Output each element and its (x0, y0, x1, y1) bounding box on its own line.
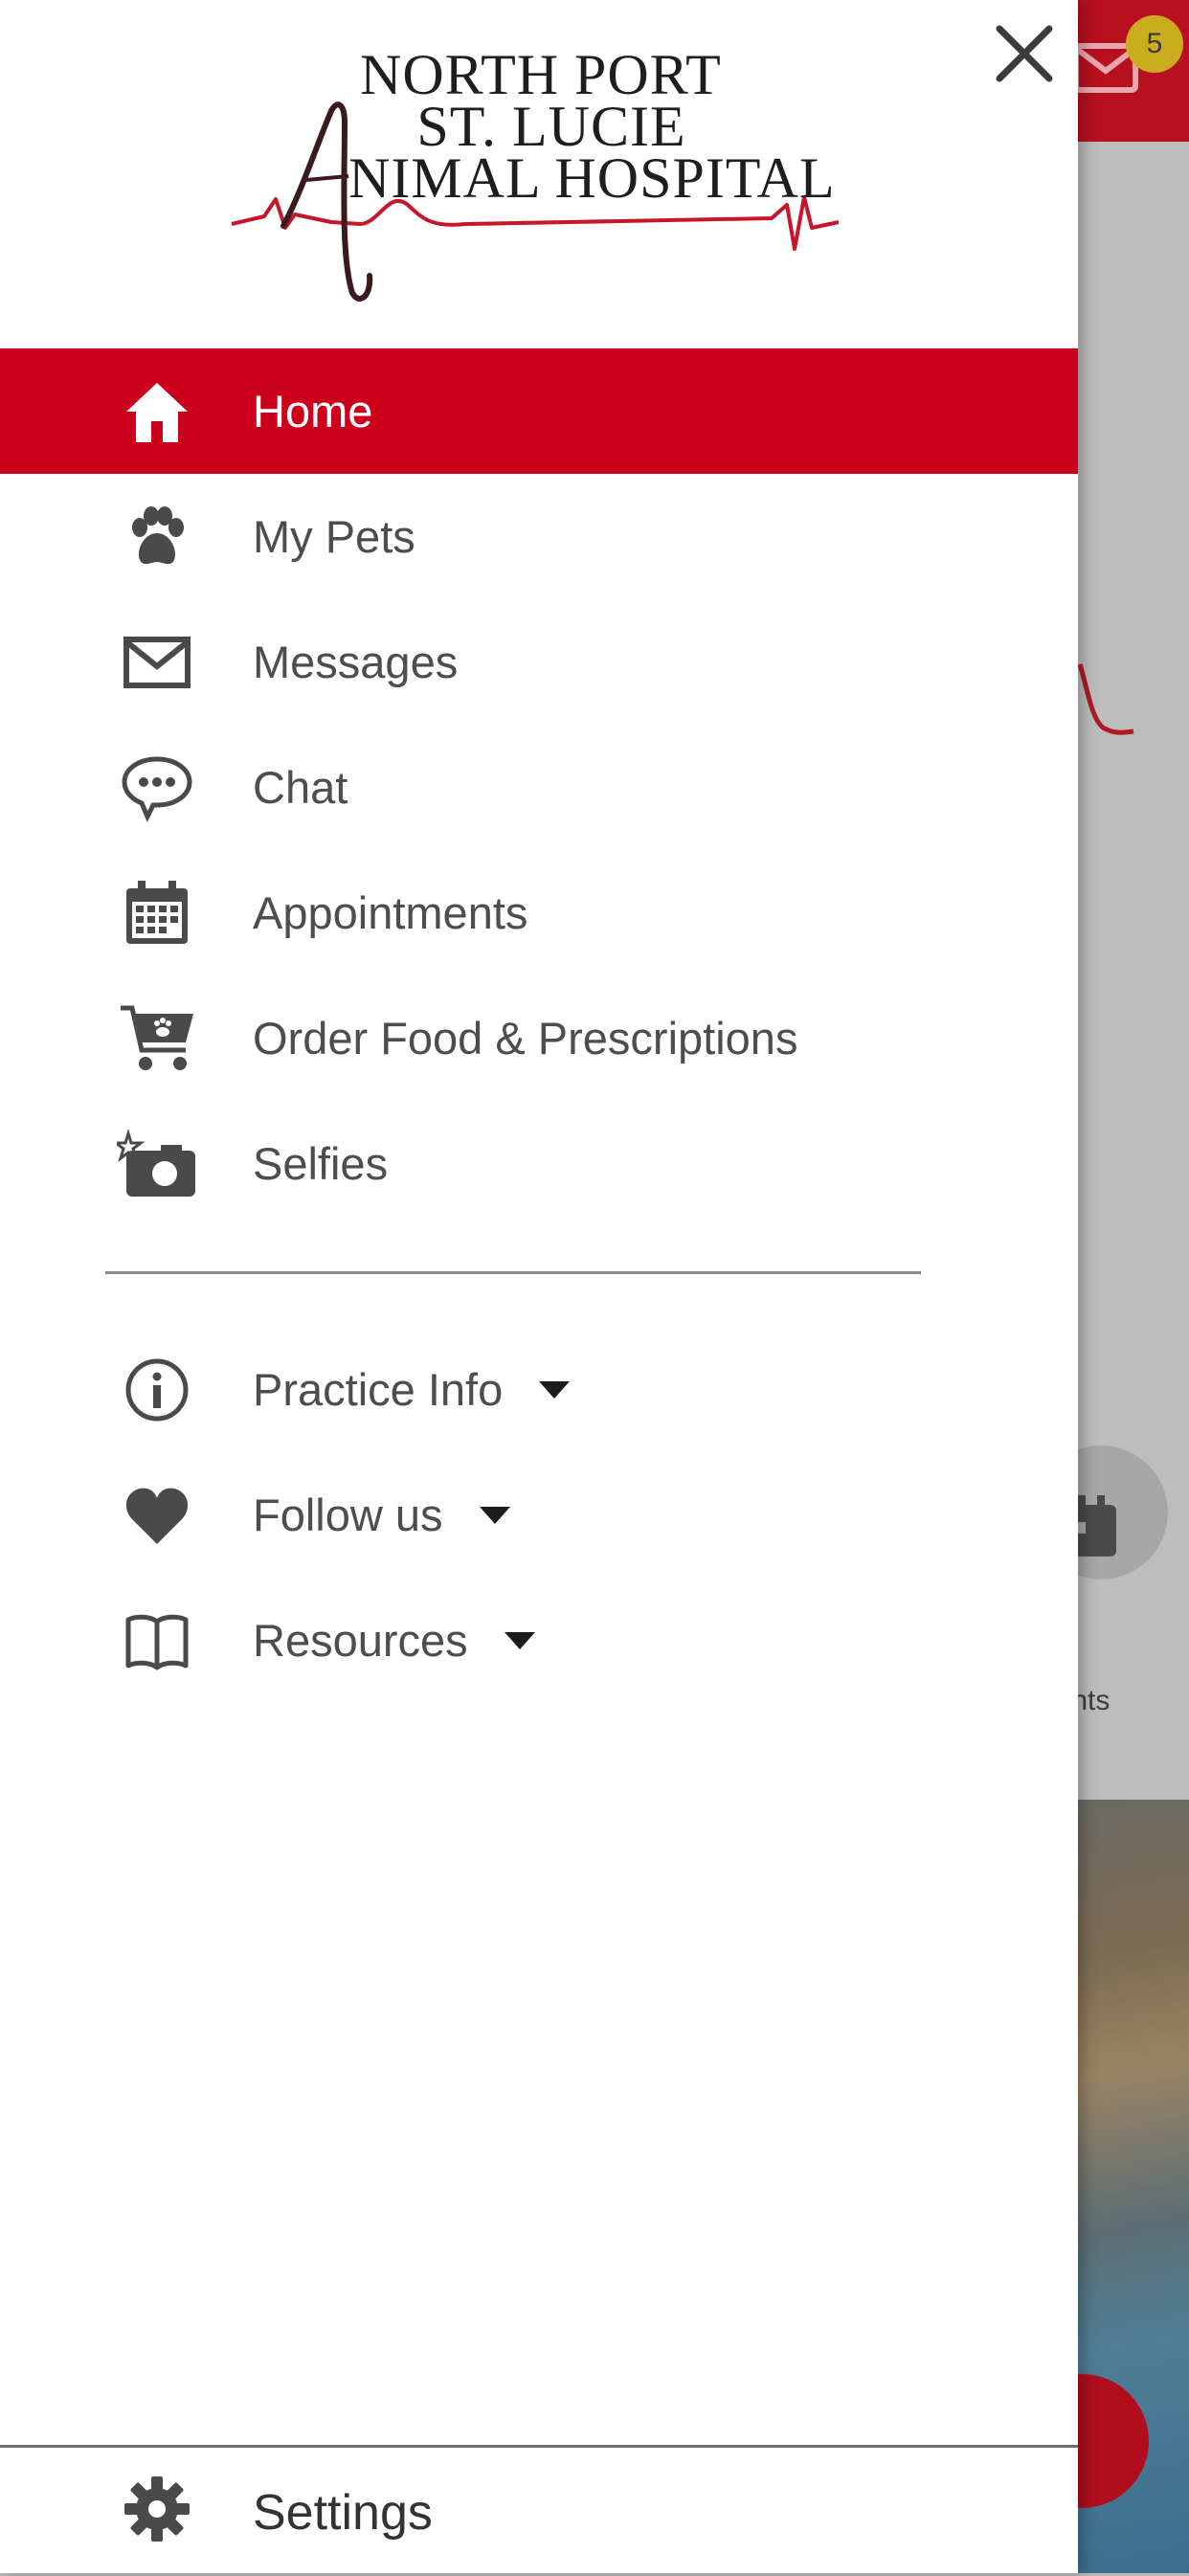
navigation-drawer: NORTH PORT ST. LUCIE NIMAL HOSPITAL Home… (0, 0, 1078, 2573)
camera-icon (117, 1124, 197, 1204)
menu-item-label: Follow us (253, 1490, 443, 1540)
menu-item-label: Messages (253, 637, 459, 687)
logo-fragment (1078, 663, 1134, 735)
menu-item-label: Practice Info (253, 1364, 504, 1415)
menu-item-label-wrap: Follow us (253, 1489, 510, 1541)
primary-menu: Home My Pets Messages Chat Appointments … (0, 348, 1078, 1226)
secondary-menu: Practice Info Follow us Resources (0, 1327, 1078, 1703)
settings-label: Settings (253, 2485, 433, 2541)
settings-button[interactable]: Settings (0, 2445, 1078, 2576)
dropdown-caret-icon[interactable] (504, 1631, 535, 1649)
dropdown-caret-icon[interactable] (539, 1380, 571, 1399)
info-icon (117, 1350, 197, 1430)
menu-item-label: My Pets (253, 511, 415, 562)
menu-item-my-pets[interactable]: My Pets (0, 474, 1078, 599)
mail-badge: 5 (1126, 15, 1183, 73)
gear-icon (117, 2469, 197, 2549)
menu-item-messages[interactable]: Messages (0, 599, 1078, 725)
menu-divider (105, 1271, 921, 1274)
cart-icon (117, 998, 197, 1079)
menu-item-order-food[interactable]: Order Food & Prescriptions (0, 975, 1078, 1101)
menu-item-label: Chat (253, 762, 348, 813)
menu-item-label: Home (253, 386, 373, 437)
menu-item-label: Resources (253, 1615, 468, 1666)
menu-item-follow-us[interactable]: Follow us (0, 1452, 1078, 1578)
menu-item-label-wrap: Resources (253, 1614, 535, 1667)
home-icon (117, 371, 197, 452)
menu-item-chat[interactable]: Chat (0, 725, 1078, 850)
calendar-icon (117, 873, 197, 953)
chat-bubble-icon (117, 748, 197, 828)
close-icon[interactable] (988, 17, 1061, 90)
menu-item-resources[interactable]: Resources (0, 1578, 1078, 1703)
dropdown-caret-icon[interactable] (479, 1506, 510, 1524)
paw-icon (117, 497, 197, 577)
book-icon (117, 1601, 197, 1681)
menu-item-label: Order Food & Prescriptions (253, 1013, 798, 1064)
menu-item-label: Appointments (253, 887, 528, 938)
menu-item-appointments[interactable]: Appointments (0, 850, 1078, 975)
menu-item-label-wrap: Practice Info (253, 1363, 571, 1416)
menu-item-home[interactable]: Home (0, 348, 1078, 474)
heart-icon (117, 1475, 197, 1556)
menu-item-practice-info[interactable]: Practice Info (0, 1327, 1078, 1452)
envelope-icon (117, 622, 197, 703)
menu-item-selfies[interactable]: Selfies (0, 1101, 1078, 1226)
logo-text-line3: NIMAL HOSPITAL (348, 146, 836, 210)
hospital-logo: NORTH PORT ST. LUCIE NIMAL HOSPITAL (226, 36, 877, 304)
menu-item-label: Selfies (253, 1138, 389, 1189)
